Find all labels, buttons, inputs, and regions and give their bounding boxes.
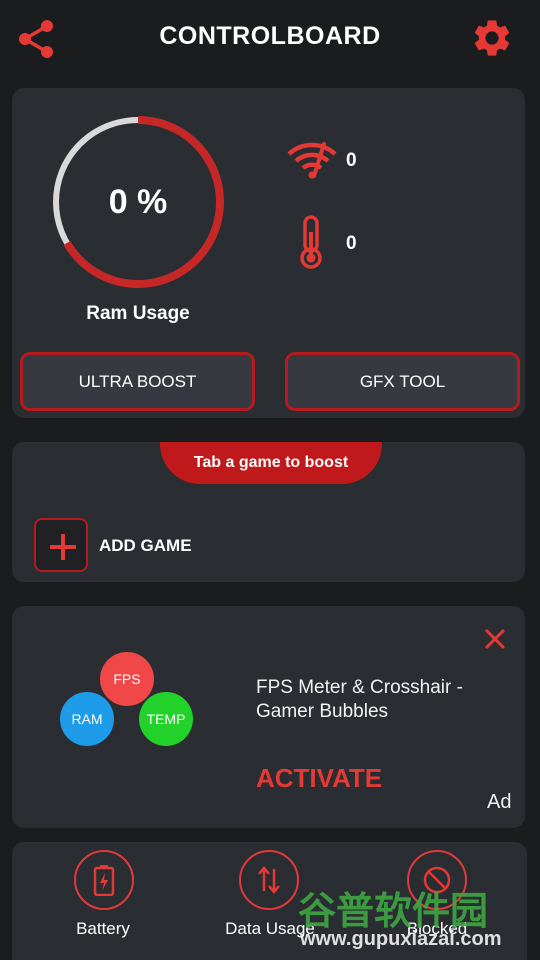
battery-icon (93, 865, 115, 896)
plus-icon (34, 518, 88, 572)
blocked-icon-circle (407, 850, 467, 910)
gear-icon (474, 20, 510, 56)
boost-hint-tab: Tab a game to boost (160, 442, 382, 484)
add-game-button[interactable]: ADD GAME (34, 518, 234, 574)
temperature-value: 0 (346, 233, 357, 254)
close-icon (484, 628, 506, 650)
thermometer-icon (300, 215, 322, 269)
battery-nav-item[interactable]: Battery (62, 850, 144, 950)
up-down-arrows-icon (258, 866, 280, 894)
add-game-label: ADD GAME (99, 536, 192, 555)
blocked-label: Blocked (406, 919, 468, 938)
fps-bubble: FPS (100, 652, 154, 706)
settings-button[interactable] (470, 16, 514, 60)
ping-value: 0 (346, 150, 357, 171)
gfx-tool-button[interactable]: GFX TOOL (285, 352, 520, 411)
battery-label: Battery (76, 919, 130, 938)
activate-button[interactable]: ACTIVATE (256, 763, 382, 794)
ram-percent-text: 0 % (108, 183, 168, 221)
ram-usage-label: Ram Usage (86, 303, 190, 324)
page-title: CONTROLBOARD (159, 22, 381, 50)
ad-badge: Ad (487, 791, 512, 813)
battery-icon-circle (74, 850, 134, 910)
ultra-boost-button[interactable]: ULTRA BOOST (20, 352, 255, 411)
blocked-call-icon (423, 866, 451, 894)
ping-icon (287, 142, 337, 179)
ram-bubble: RAM (60, 692, 114, 746)
data-usage-nav-item[interactable]: Data Usage (222, 850, 318, 950)
data-usage-label: Data Usage (225, 919, 315, 938)
temp-bubble: TEMP (139, 692, 193, 746)
blocked-nav-item[interactable]: Blocked (392, 850, 482, 950)
data-usage-icon-circle (239, 850, 299, 910)
close-ad-button[interactable] (482, 626, 508, 652)
ad-title[interactable]: FPS Meter & Crosshair - Gamer Bubbles (256, 676, 506, 724)
